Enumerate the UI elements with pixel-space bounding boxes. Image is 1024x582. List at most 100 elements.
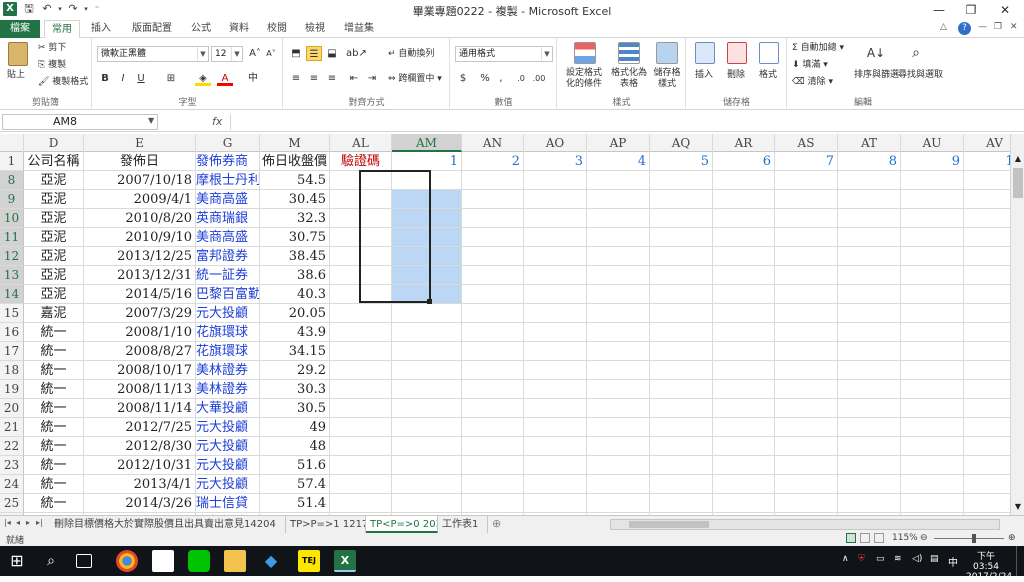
cell-au10[interactable] [901, 209, 964, 228]
row-header-11[interactable]: 11 [0, 228, 24, 247]
align-left-icon[interactable]: ≡ [288, 71, 304, 86]
cell-g24[interactable]: 元大投顧 [196, 475, 260, 494]
font-color-icon[interactable]: A [217, 71, 233, 86]
cell-d19[interactable]: 統一 [24, 380, 84, 399]
zoom-slider[interactable] [934, 534, 1004, 543]
cell-aq20[interactable] [650, 399, 713, 418]
column-header-aq[interactable]: AQ [650, 134, 713, 152]
select-all-corner[interactable] [0, 134, 24, 152]
paste-button[interactable]: 貼上 [7, 70, 25, 81]
cell-ap25[interactable] [587, 494, 650, 513]
file-explorer-icon[interactable] [224, 550, 246, 572]
cell-ar21[interactable] [713, 418, 775, 437]
row-header-17[interactable]: 17 [0, 342, 24, 361]
cell-av22[interactable] [964, 437, 1010, 456]
delete-cells-button[interactable]: 刪除 [727, 70, 745, 81]
cell-d22[interactable]: 統一 [24, 437, 84, 456]
cell-an11[interactable] [462, 228, 524, 247]
cell-m16[interactable]: 43.9 [260, 323, 330, 342]
cell-m23[interactable]: 51.6 [260, 456, 330, 475]
cell-at25[interactable] [838, 494, 901, 513]
cell-ap20[interactable] [587, 399, 650, 418]
cell-ao17[interactable] [524, 342, 587, 361]
cell-m15[interactable]: 20.05 [260, 304, 330, 323]
autosum-button[interactable]: Σ 自動加總 ▾ [792, 43, 844, 54]
cell-as20[interactable] [775, 399, 838, 418]
cell-ar1[interactable]: 6 [713, 152, 775, 171]
column-header-ar[interactable]: AR [713, 134, 775, 152]
cell-at10[interactable] [838, 209, 901, 228]
cell-aq14[interactable] [650, 285, 713, 304]
notification-icon[interactable]: ▤ [930, 554, 939, 564]
italic-button[interactable]: I [115, 71, 131, 86]
insert-cells-button[interactable]: 插入 [695, 70, 713, 81]
shrink-font-button[interactable]: A˅ [263, 46, 279, 61]
volume-icon[interactable]: ◁) [912, 554, 922, 564]
cell-m13[interactable]: 38.6 [260, 266, 330, 285]
cell-ar8[interactable] [713, 171, 775, 190]
number-format-select[interactable]: 通用格式 ▼ [455, 46, 553, 62]
workbook-close-icon[interactable]: ✕ [1010, 22, 1018, 32]
cell-as12[interactable] [775, 247, 838, 266]
cell-am19[interactable] [392, 380, 462, 399]
cell-ao16[interactable] [524, 323, 587, 342]
percent-button[interactable]: % [477, 71, 493, 86]
cell-am9[interactable] [392, 190, 462, 209]
fill-button[interactable]: ⬇ 填滿 ▾ [792, 60, 828, 71]
cell-ap16[interactable] [587, 323, 650, 342]
tej-icon[interactable]: TEJ [298, 550, 320, 572]
cell-aq23[interactable] [650, 456, 713, 475]
column-header-au[interactable]: AU [901, 134, 964, 152]
wifi-icon[interactable]: ≋ [894, 554, 902, 564]
cell-ar20[interactable] [713, 399, 775, 418]
cell-e18[interactable]: 2008/10/17 [84, 361, 196, 380]
cell-styles-icon[interactable] [656, 42, 678, 64]
cell-at14[interactable] [838, 285, 901, 304]
cell-ar11[interactable] [713, 228, 775, 247]
cell-an10[interactable] [462, 209, 524, 228]
h-scroll-thumb[interactable] [629, 521, 709, 528]
cell-e19[interactable]: 2008/11/13 [84, 380, 196, 399]
cell-ar15[interactable] [713, 304, 775, 323]
windows-start-icon[interactable]: ⊞ [6, 550, 28, 572]
cell-ao22[interactable] [524, 437, 587, 456]
sheet-nav-next-icon[interactable]: ▸ [26, 518, 30, 527]
tab-insert[interactable]: 插入 [84, 20, 118, 38]
cell-styles-button[interactable]: 儲存格樣式 [650, 68, 684, 90]
phonetic-icon[interactable]: 中 [245, 71, 261, 86]
font-size-select[interactable]: 12 ▼ [211, 46, 243, 62]
tab-review[interactable]: 校閱 [260, 20, 294, 38]
font-name-select[interactable]: 微軟正黑體 ▼ [97, 46, 209, 62]
cell-ap21[interactable] [587, 418, 650, 437]
cell-e25[interactable]: 2014/3/26 [84, 494, 196, 513]
cell-aq10[interactable] [650, 209, 713, 228]
cell-au1[interactable]: 9 [901, 152, 964, 171]
cell-m21[interactable]: 49 [260, 418, 330, 437]
normal-view-icon[interactable] [846, 533, 856, 543]
cell-au17[interactable] [901, 342, 964, 361]
cell-au21[interactable] [901, 418, 964, 437]
cell-as13[interactable] [775, 266, 838, 285]
cell-ao11[interactable] [524, 228, 587, 247]
cell-m10[interactable]: 32.3 [260, 209, 330, 228]
column-header-g[interactable]: G [196, 134, 260, 152]
cell-al9[interactable] [330, 190, 392, 209]
cell-ao9[interactable] [524, 190, 587, 209]
cell-am21[interactable] [392, 418, 462, 437]
cell-e1[interactable]: 發佈日 [84, 152, 196, 171]
cell-as23[interactable] [775, 456, 838, 475]
name-box[interactable]: AM8 [2, 114, 158, 130]
increase-decimal-icon[interactable]: .0 [513, 71, 529, 86]
cell-ar18[interactable] [713, 361, 775, 380]
cell-an14[interactable] [462, 285, 524, 304]
cell-au12[interactable] [901, 247, 964, 266]
new-sheet-icon[interactable]: ⊕ [492, 517, 501, 530]
cell-am18[interactable] [392, 361, 462, 380]
cell-aq9[interactable] [650, 190, 713, 209]
cell-au24[interactable] [901, 475, 964, 494]
cell-ap14[interactable] [587, 285, 650, 304]
cell-an12[interactable] [462, 247, 524, 266]
cell-av16[interactable] [964, 323, 1010, 342]
cell-au9[interactable] [901, 190, 964, 209]
clock[interactable]: 下午 03:54 2017/2/24 [966, 549, 1012, 582]
